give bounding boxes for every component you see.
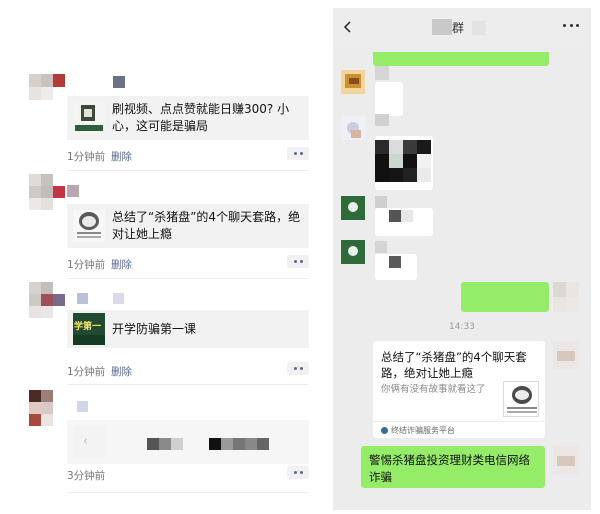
share-thumbnail (73, 102, 105, 134)
avatar[interactable] (29, 74, 65, 100)
share-card[interactable]: ‹ (67, 420, 309, 464)
post-time: 3分钟前 (67, 470, 106, 482)
blurred-text (147, 438, 159, 450)
source-name: 终结诈骗服务平台 (391, 426, 455, 435)
share-thumbnail: 学第一 (73, 313, 105, 345)
avatar[interactable] (553, 282, 579, 312)
post-meta: 3分钟前 (67, 466, 309, 484)
post-meta: 1分钟前 删除 (67, 255, 309, 273)
delete-link[interactable]: 删除 (111, 364, 132, 379)
share-title: 总结了“杀猪盘”的4个聊天套路，绝对让她上瘾 (112, 210, 301, 241)
delete-link[interactable]: 删除 (111, 257, 132, 272)
divider (67, 384, 309, 385)
divider (67, 170, 309, 171)
message-text: 警惕杀猪盘投资理财类电信网络诈骗 (369, 453, 530, 484)
more-actions-button[interactable] (287, 255, 309, 268)
source-logo-icon (381, 427, 388, 434)
message-bubble-self[interactable]: 警惕杀猪盘投资理财类电信网络诈骗 (361, 446, 545, 488)
divider (67, 278, 309, 279)
delete-link[interactable]: 删除 (111, 149, 132, 164)
message-bubble[interactable] (375, 82, 403, 116)
card-description: 你俩有没有故事就看这了 (381, 384, 486, 395)
card-source: 终结诈骗服务平台 (381, 425, 455, 436)
blurred-name (113, 293, 124, 304)
avatar[interactable] (29, 282, 65, 318)
blurred-text (159, 438, 171, 450)
avatar[interactable] (29, 390, 65, 426)
avatar[interactable] (341, 70, 365, 94)
divider (67, 492, 309, 493)
blurred-name (375, 114, 389, 126)
avatar[interactable] (29, 174, 65, 210)
blurred-text (233, 438, 245, 450)
blurred-name (77, 293, 88, 304)
group-chat-panel: 群 14:33 总结了“杀猪盘”的4个聊天套路，绝对让她上瘾 你俩有没有故事就看… (333, 8, 591, 510)
post-time: 1分钟前 (67, 151, 106, 163)
chevron-left-icon: ‹ (83, 434, 88, 448)
more-dots-icon[interactable] (563, 24, 579, 28)
share-title: 开学防骗第一课 (112, 321, 197, 336)
message-bubble[interactable] (375, 136, 433, 190)
blurred-text (257, 438, 269, 450)
divider (373, 421, 545, 422)
more-actions-button[interactable] (287, 147, 309, 160)
share-card[interactable]: 总结了“杀猪盘”的4个聊天套路，绝对让她上瘾 (67, 204, 309, 248)
blurred-group-name (472, 21, 486, 35)
more-actions-button[interactable] (287, 362, 309, 375)
chat-title: 群 (452, 21, 465, 35)
blurred-name (375, 196, 387, 208)
post-meta: 1分钟前 删除 (67, 362, 309, 380)
blurred-text (171, 438, 183, 450)
share-thumbnail: ‹ (73, 426, 105, 458)
blurred-name (113, 76, 125, 88)
avatar[interactable] (341, 116, 365, 140)
message-bubble-self[interactable] (461, 282, 549, 312)
chevron-left-icon[interactable] (341, 20, 355, 34)
thumb-caption: 学第一 (74, 322, 102, 332)
avatar[interactable] (553, 446, 579, 474)
blurred-group-name (432, 19, 452, 35)
message-bubble[interactable] (375, 208, 433, 236)
moments-feed-panel: 刷视频、点点赞就能日赚300? 小心，这可能是骗局 1分钟前 删除 总结了“杀猪… (19, 8, 319, 510)
share-card[interactable]: 刷视频、点点赞就能日赚300? 小心，这可能是骗局 (67, 96, 309, 140)
share-card[interactable]: 学第一 开学防骗第一课 (67, 310, 309, 348)
blurred-name (375, 66, 389, 80)
share-thumbnail (73, 210, 105, 242)
blurred-text (221, 438, 233, 450)
blurred-name (67, 185, 79, 197)
link-card-message[interactable]: 总结了“杀猪盘”的4个聊天套路，绝对让她上瘾 你俩有没有故事就看这了 终结诈骗服… (373, 341, 545, 438)
share-title: 刷视频、点点赞就能日赚300? 小心，这可能是骗局 (112, 102, 290, 133)
post-time: 1分钟前 (67, 259, 106, 271)
avatar[interactable] (553, 341, 579, 369)
post-meta: 1分钟前 删除 (67, 147, 309, 165)
message-bubble-self[interactable] (373, 52, 549, 66)
chat-timestamp: 14:33 (449, 322, 475, 332)
card-title: 总结了“杀猪盘”的4个聊天套路，绝对让她上瘾 (381, 350, 527, 380)
more-actions-button[interactable] (287, 466, 309, 479)
blurred-name (77, 401, 88, 412)
blurred-text (245, 438, 257, 450)
avatar[interactable] (341, 196, 365, 220)
message-bubble[interactable] (375, 254, 417, 280)
blurred-text (209, 438, 221, 450)
avatar[interactable] (341, 240, 365, 264)
post-time: 1分钟前 (67, 366, 106, 378)
blurred-name (375, 241, 387, 253)
card-thumbnail (503, 381, 539, 417)
chat-navbar: 群 (333, 8, 591, 46)
